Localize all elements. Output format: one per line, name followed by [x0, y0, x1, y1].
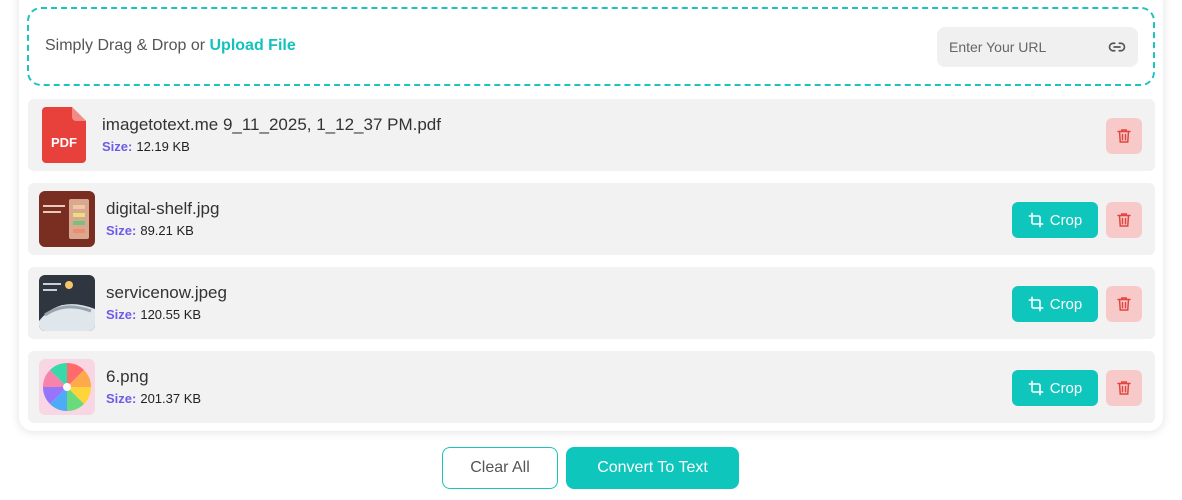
- crop-button[interactable]: Crop: [1012, 202, 1098, 238]
- file-row: 6.png Size: 201.37 KB Crop: [28, 351, 1155, 423]
- file-name: digital-shelf.jpg: [106, 199, 220, 218]
- clear-all-button[interactable]: Clear All: [442, 447, 558, 489]
- crop-button[interactable]: Crop: [1012, 370, 1098, 406]
- file-row: servicenow.jpeg Size: 120.55 KB Crop: [28, 267, 1155, 339]
- pdf-icon: PDF: [42, 107, 86, 163]
- action-bar: Clear All Convert To Text: [0, 447, 1182, 489]
- file-thumbnail: [39, 191, 95, 247]
- file-thumbnail: [39, 275, 95, 331]
- upload-file-link[interactable]: Upload File: [210, 37, 296, 54]
- trash-icon: [1117, 297, 1131, 311]
- url-field[interactable]: [937, 27, 1138, 67]
- delete-button[interactable]: [1106, 118, 1142, 154]
- crop-icon: [1028, 296, 1044, 312]
- file-size: Size: 120.55 KB: [106, 307, 202, 322]
- url-input[interactable]: [949, 27, 1099, 67]
- drop-instructions: Simply Drag & Drop or Upload File: [45, 37, 296, 54]
- file-size: Size: 201.37 KB: [106, 391, 202, 406]
- file-name: servicenow.jpeg: [106, 283, 227, 302]
- delete-button[interactable]: [1106, 370, 1142, 406]
- file-thumbnail: [39, 359, 95, 415]
- link-icon[interactable]: [1106, 38, 1128, 56]
- file-name: 6.png: [106, 367, 149, 386]
- file-size: Size: 12.19 KB: [102, 139, 190, 154]
- trash-icon: [1117, 129, 1131, 143]
- trash-icon: [1117, 381, 1131, 395]
- delete-button[interactable]: [1106, 202, 1142, 238]
- crop-icon: [1028, 212, 1044, 228]
- delete-button[interactable]: [1106, 286, 1142, 322]
- file-row: digital-shelf.jpg Size: 89.21 KB Crop: [28, 183, 1155, 255]
- trash-icon: [1117, 213, 1131, 227]
- crop-icon: [1028, 380, 1044, 396]
- convert-to-text-button[interactable]: Convert To Text: [566, 447, 739, 489]
- file-name: imagetotext.me 9_11_2025, 1_12_37 PM.pdf: [102, 115, 441, 134]
- file-size: Size: 89.21 KB: [106, 223, 194, 238]
- file-row: PDF imagetotext.me 9_11_2025, 1_12_37 PM…: [28, 99, 1155, 171]
- crop-button[interactable]: Crop: [1012, 286, 1098, 322]
- drop-zone[interactable]: Simply Drag & Drop or Upload File: [27, 7, 1155, 86]
